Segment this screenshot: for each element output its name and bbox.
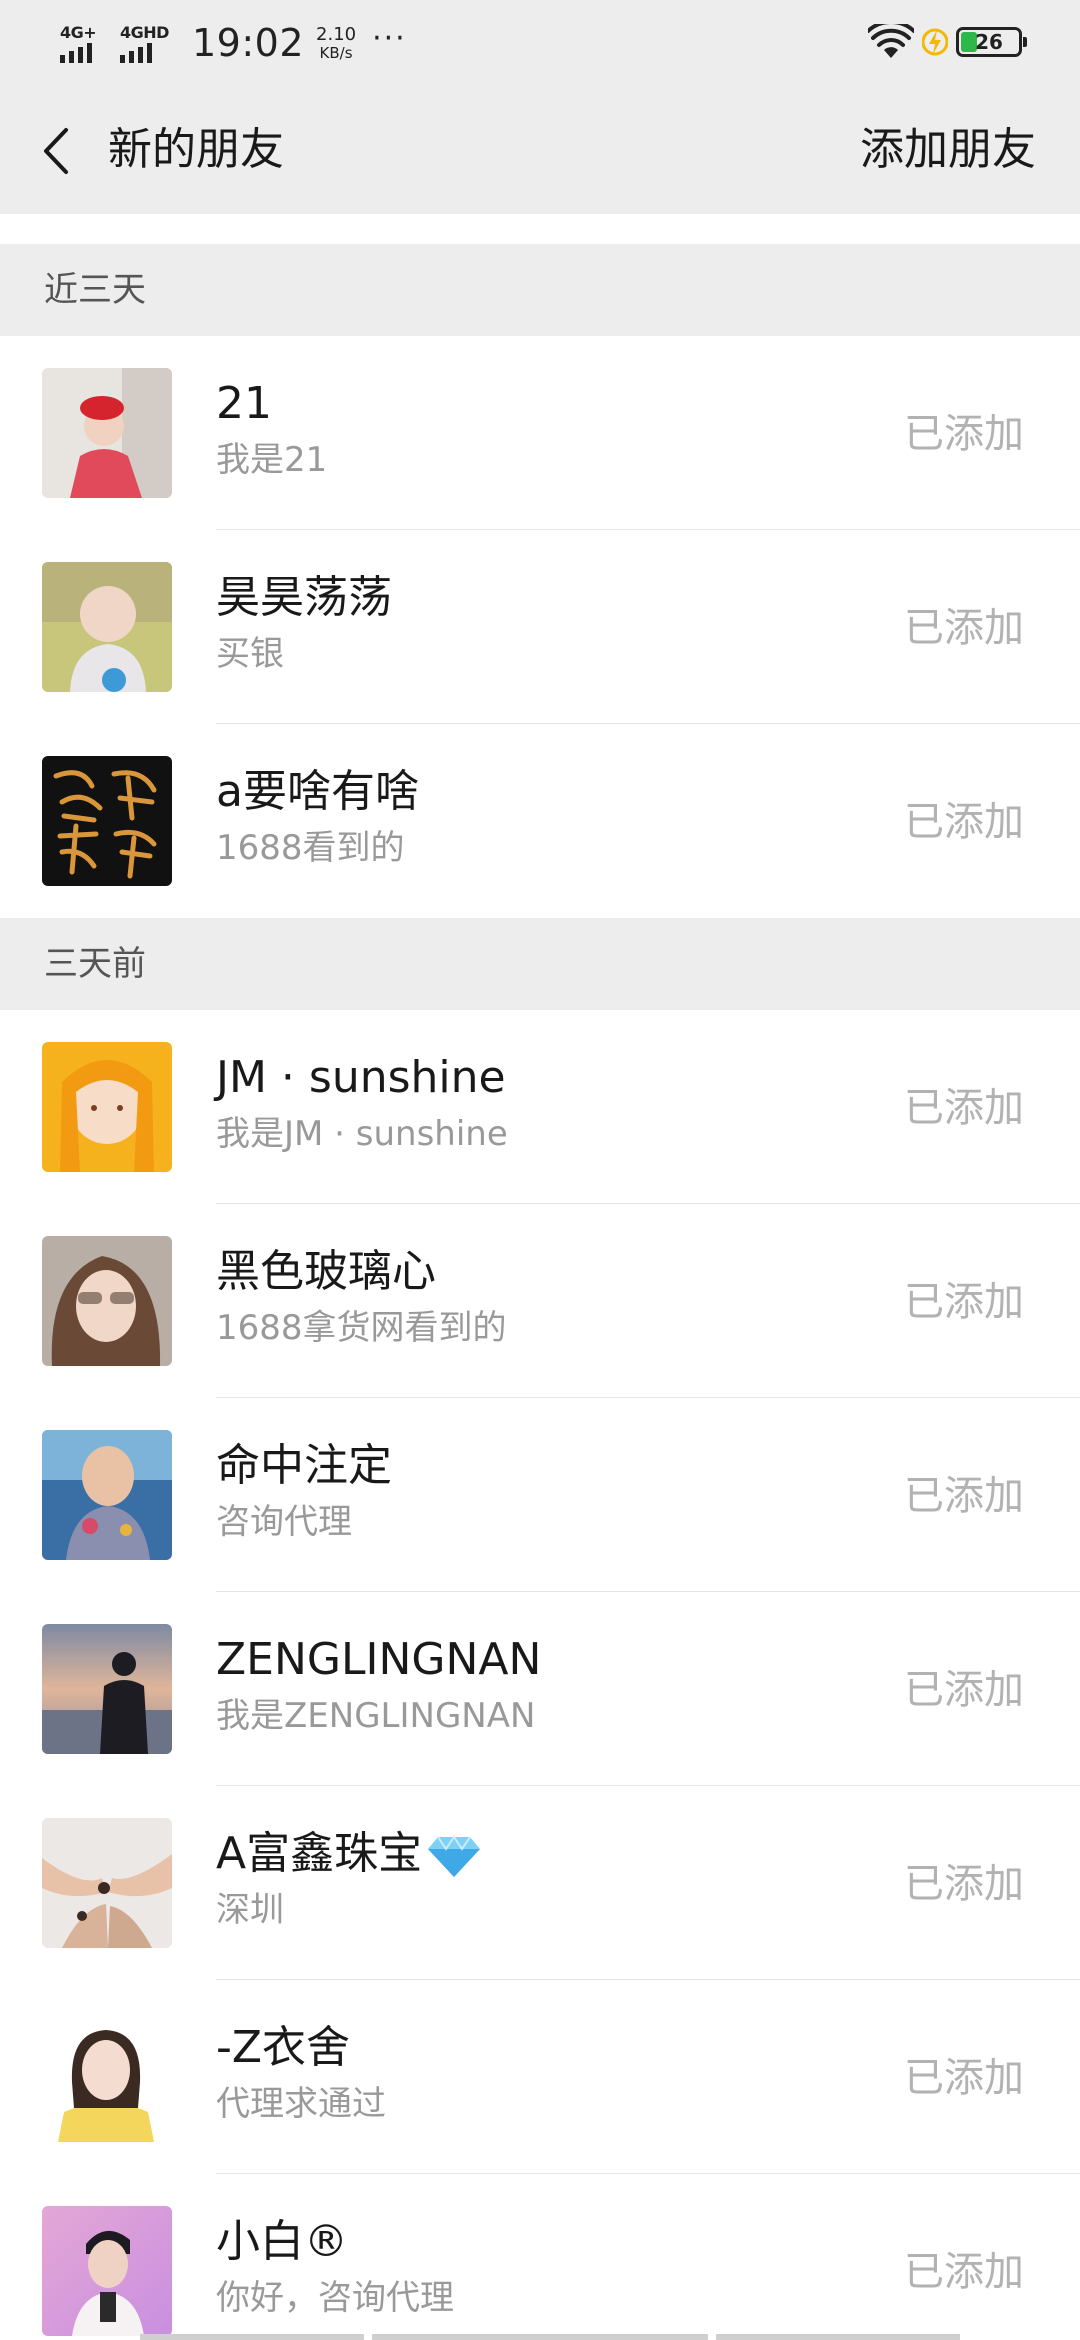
charging-icon <box>922 28 948 56</box>
request-message: 你好，咨询代理 <box>216 2278 454 2318</box>
added-status: 已添加 <box>904 1667 1024 1713</box>
contact-name: ZENGLINGNAN <box>216 1634 542 1685</box>
request-message: 我是ZENGLINGNAN <box>216 1696 536 1736</box>
friend-row[interactable]: 昊昊荡荡 买银 已添加 <box>0 530 1080 724</box>
request-message: 代理求通过 <box>216 2084 386 2124</box>
section-title: 近三天 <box>44 270 146 310</box>
avatar[interactable] <box>42 1818 172 1948</box>
friend-row[interactable]: ZENGLINGNAN 我是ZENGLINGNAN 已添加 <box>0 1592 1080 1786</box>
battery-icon: 26 <box>956 27 1027 57</box>
added-status: 已添加 <box>904 605 1024 651</box>
contact-name: JM · sunshine <box>216 1052 506 1103</box>
network-type-1: 4G+ <box>60 23 97 42</box>
friend-row[interactable]: 小白® 你好，咨询代理 已添加 <box>0 2174 1080 2340</box>
scroll-indicator <box>716 2334 960 2340</box>
network-type-2: 4GHD <box>120 23 169 42</box>
contact-name-text: A富鑫珠宝 <box>216 1828 423 1879</box>
add-friend-button[interactable]: 添加朋友 <box>860 122 1036 178</box>
contact-name: A富鑫珠宝 <box>216 1826 482 1882</box>
added-status: 已添加 <box>904 411 1024 457</box>
section-header-recent: 近三天 <box>0 244 1080 336</box>
back-arrow-icon[interactable] <box>34 124 84 178</box>
avatar[interactable] <box>42 1236 172 1366</box>
friend-row[interactable]: 黑色玻璃心 1688拿货网看到的 已添加 <box>0 1204 1080 1398</box>
added-status: 已添加 <box>904 2055 1024 2101</box>
friend-row[interactable]: A富鑫珠宝 深圳 已添加 <box>0 1786 1080 1980</box>
avatar[interactable] <box>42 1430 172 1560</box>
contact-name: 命中注定 <box>216 1440 392 1491</box>
added-status: 已添加 <box>904 1861 1024 1907</box>
friend-row[interactable]: 21 我是21 已添加 <box>0 336 1080 530</box>
request-message: 深圳 <box>216 1890 284 1930</box>
added-status: 已添加 <box>904 2249 1024 2295</box>
battery-level: 26 <box>975 30 1003 54</box>
friend-row[interactable]: a要啥有啥 1688看到的 已添加 <box>0 724 1080 918</box>
clock: 19:02 <box>192 21 305 65</box>
friend-row[interactable]: JM · sunshine 我是JM · sunshine 已添加 <box>0 1010 1080 1204</box>
request-message: 我是JM · sunshine <box>216 1114 508 1154</box>
status-bar: 4G+ 4GHD 19:02 2.10 KB/s ··· 26 <box>0 0 1080 86</box>
avatar[interactable] <box>42 2206 172 2336</box>
added-status: 已添加 <box>904 799 1024 845</box>
avatar[interactable] <box>42 368 172 498</box>
wifi-icon <box>868 24 914 58</box>
request-message: 买银 <box>216 634 284 674</box>
page-title: 新的朋友 <box>108 124 284 175</box>
avatar[interactable] <box>42 1624 172 1754</box>
more-notifications-icon: ··· <box>372 21 407 56</box>
avatar[interactable] <box>42 562 172 692</box>
contact-name: -Z衣舍 <box>216 2022 351 2073</box>
added-status: 已添加 <box>904 1473 1024 1519</box>
request-message: 我是21 <box>216 440 328 480</box>
request-message: 1688拿货网看到的 <box>216 1308 507 1348</box>
network-speed-value: 2.10 <box>316 23 357 45</box>
signal-icon-2: 4GHD <box>120 23 176 63</box>
contact-name: a要啥有啥 <box>216 766 419 817</box>
contact-name: 黑色玻璃心 <box>216 1246 436 1297</box>
scroll-indicator <box>140 2334 364 2340</box>
network-speed-unit: KB/s <box>319 43 353 62</box>
added-status: 已添加 <box>904 1085 1024 1131</box>
contact-name: 小白® <box>216 2216 348 2267</box>
request-message: 1688看到的 <box>216 828 405 868</box>
spacer <box>0 214 1080 244</box>
avatar[interactable] <box>42 756 172 886</box>
signal-icon: 4G+ <box>60 23 110 63</box>
friend-row[interactable]: -Z衣舍 代理求通过 已添加 <box>0 1980 1080 2174</box>
avatar[interactable] <box>42 1042 172 1172</box>
avatar[interactable] <box>42 2012 172 2142</box>
network-speed: 2.10 KB/s <box>316 23 357 62</box>
scroll-indicator <box>372 2334 708 2340</box>
section-header-older: 三天前 <box>0 918 1080 1010</box>
nav-bar: 新的朋友 添加朋友 <box>0 86 1080 214</box>
section-title: 三天前 <box>44 944 146 984</box>
gem-icon <box>428 1835 481 1877</box>
request-message: 咨询代理 <box>216 1502 352 1542</box>
added-status: 已添加 <box>904 1279 1024 1325</box>
contact-name: 昊昊荡荡 <box>216 572 392 623</box>
friend-row[interactable]: 命中注定 咨询代理 已添加 <box>0 1398 1080 1592</box>
contact-name: 21 <box>216 378 272 429</box>
